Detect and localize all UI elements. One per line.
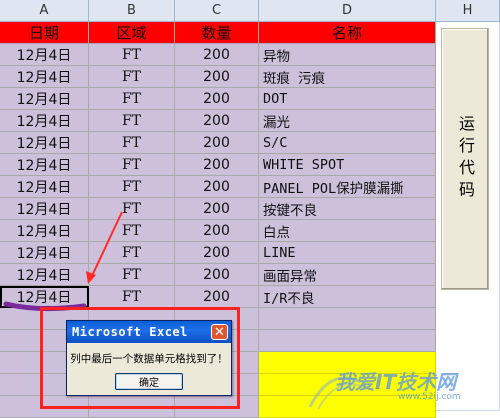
ok-button[interactable]: 确定 — [115, 373, 183, 390]
cell-area[interactable]: FT — [89, 110, 175, 132]
empty-cell[interactable] — [259, 308, 436, 330]
cell-date[interactable]: 12月4日 — [0, 264, 89, 286]
cell-date[interactable]: 12月4日 — [0, 88, 89, 110]
cell-name[interactable]: 异物 — [259, 44, 436, 66]
column-header-h[interactable]: H — [436, 0, 500, 22]
cell-area[interactable]: FT — [89, 286, 175, 308]
run-code-label: 运行代码 — [456, 115, 475, 203]
empty-cell[interactable] — [175, 396, 259, 418]
cell-area[interactable]: FT — [89, 220, 175, 242]
dialog-title: Microsoft Excel — [72, 325, 188, 339]
cell-date[interactable]: 12月4日 — [0, 198, 89, 220]
column-header-d[interactable]: D — [259, 0, 436, 22]
cell-area[interactable]: FT — [89, 242, 175, 264]
cell-qty[interactable]: 200 — [175, 132, 259, 154]
cell-qty[interactable]: 200 — [175, 110, 259, 132]
cell-qty[interactable]: 200 — [175, 66, 259, 88]
cell-name[interactable]: 按键不良 — [259, 198, 436, 220]
cell-name[interactable]: S/C — [259, 132, 436, 154]
empty-cell[interactable] — [259, 352, 436, 374]
cell-date[interactable]: 12月4日 — [0, 132, 89, 154]
empty-cell[interactable] — [259, 396, 436, 418]
cell-date[interactable]: 12月4日 — [0, 44, 89, 66]
empty-cell[interactable] — [259, 330, 436, 352]
header-area[interactable]: 区域 — [89, 22, 175, 44]
cell-date[interactable]: 12月4日 — [0, 220, 89, 242]
close-icon[interactable]: ✕ — [211, 324, 228, 340]
cell-date[interactable]: 12月4日 — [0, 110, 89, 132]
cell-area[interactable]: FT — [89, 44, 175, 66]
cell-qty[interactable]: 200 — [175, 198, 259, 220]
cell-qty[interactable]: 200 — [175, 264, 259, 286]
cell-name[interactable]: I/R不良 — [259, 286, 436, 308]
column-header-a[interactable]: A — [0, 0, 89, 22]
dialog-message: 列中最后一个数据单元格找到了！ — [70, 353, 228, 365]
cell-date[interactable]: 12月4日 — [0, 66, 89, 88]
column-header-b[interactable]: B — [89, 0, 175, 22]
cell-name[interactable]: 白点 — [259, 220, 436, 242]
cell-name[interactable]: DOT — [259, 88, 436, 110]
cell-qty[interactable]: 200 — [175, 44, 259, 66]
cell-area[interactable]: FT — [89, 132, 175, 154]
column-header-c[interactable]: C — [175, 0, 259, 22]
cell-date[interactable]: 12月4日 — [0, 242, 89, 264]
cell-name[interactable]: LINE — [259, 242, 436, 264]
header-qty[interactable]: 数量 — [175, 22, 259, 44]
cell-name[interactable]: 斑痕 污痕 — [259, 66, 436, 88]
empty-cell[interactable] — [259, 374, 436, 396]
cell-qty[interactable]: 200 — [175, 242, 259, 264]
cell-date[interactable]: 12月4日 — [0, 176, 89, 198]
header-date[interactable]: 日期 — [0, 22, 89, 44]
header-name[interactable]: 名称 — [259, 22, 436, 44]
empty-cell[interactable] — [0, 396, 89, 418]
spreadsheet: A B C D H 日期 区域 数量 名称 12月4日 FT 200 异物 12月4日 F… — [0, 0, 500, 418]
cell-qty[interactable]: 200 — [175, 154, 259, 176]
message-dialog: Microsoft Excel ✕ 列中最后一个数据单元格找到了！ 确定 — [66, 320, 232, 396]
dialog-titlebar[interactable]: Microsoft Excel ✕ — [67, 321, 231, 343]
cell-area[interactable]: FT — [89, 198, 175, 220]
cell-date[interactable]: 12月4日 — [0, 154, 89, 176]
cell-area[interactable]: FT — [89, 176, 175, 198]
cell-name[interactable]: PANEL POL保护膜漏撕 — [259, 176, 436, 198]
cell-name[interactable]: 漏光 — [259, 110, 436, 132]
cell-area[interactable]: FT — [89, 264, 175, 286]
cell-qty[interactable]: 200 — [175, 220, 259, 242]
cell-name[interactable]: WHITE SPOT — [259, 154, 436, 176]
cell-area[interactable]: FT — [89, 154, 175, 176]
cell-qty[interactable]: 200 — [175, 176, 259, 198]
cell-date[interactable]: 12月4日 — [0, 286, 89, 308]
cell-area[interactable]: FT — [89, 66, 175, 88]
empty-cell[interactable] — [89, 396, 175, 418]
cell-area[interactable]: FT — [89, 88, 175, 110]
cell-name[interactable]: 画面异常 — [259, 264, 436, 286]
run-code-button[interactable]: 运行代码 — [441, 28, 489, 290]
cell-qty[interactable]: 200 — [175, 286, 259, 308]
cell-qty[interactable]: 200 — [175, 88, 259, 110]
